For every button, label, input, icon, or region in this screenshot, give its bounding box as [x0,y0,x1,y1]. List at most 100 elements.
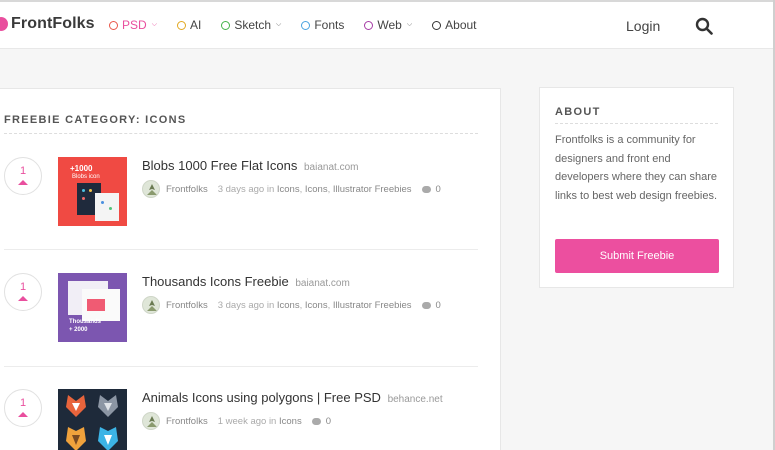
divider [4,133,478,134]
avatar[interactable] [142,412,160,430]
ring-icon [432,20,442,30]
nav-item-web[interactable]: Web ⌵ [364,18,412,32]
comment-bubble-icon [421,185,431,193]
comment-count: 0 [435,183,441,195]
category-title: FREEBIE CATEGORY: ICONS [4,114,187,126]
comments-link[interactable]: 0 [421,183,441,195]
post-time: 1 week ago in [217,415,277,427]
ring-icon [109,20,118,30]
post-thumbnail[interactable]: +1000 Blobs icon [58,157,127,226]
nav-item-sketch[interactable]: Sketch ⌵ [221,18,281,32]
thumbnail-card [95,193,119,221]
post-title: Thousands Icons Freebie [142,274,289,289]
upvote-button[interactable]: 1 [4,273,42,311]
thumbnail-subtitle: Blobs icon [72,174,100,180]
comment-count: 0 [325,415,331,427]
comment-bubble-icon [311,417,321,425]
chevron-down-icon: ⌵ [276,21,282,28]
ring-icon [221,20,231,30]
nav-label: About [445,18,477,32]
ring-icon [301,20,311,30]
thumbnail-title: +1000 [70,164,93,173]
submit-freebie-button[interactable]: Submit Freebie [555,239,719,273]
post-time: 3 days ago in [217,299,275,311]
tag-link[interactable]: Icons [305,300,328,311]
ring-icon [364,20,374,30]
tag-link[interactable]: Icons [305,184,328,195]
avatar-icon [147,416,157,427]
tag-link[interactable]: Icons [277,300,300,311]
arrow-up-icon [18,180,28,185]
main-nav: PSD ⌵ AI Sketch ⌵ Fonts Web ⌵ About [109,18,497,32]
about-widget: ABOUT Frontfolks is a community for desi… [539,87,734,288]
tag-link[interactable]: Icons [277,184,300,195]
author-link[interactable]: Frontfolks [166,300,208,311]
nav-item-ai[interactable]: AI [177,18,201,32]
avatar[interactable] [142,180,160,198]
divider [555,123,718,124]
post-domain: behance.net [387,394,443,405]
arrow-up-icon [18,412,28,417]
post-meta: Frontfolks 3 days ago in Icons, Icons, I… [142,296,441,314]
post-meta: Frontfolks 3 days ago in Icons, Icons, I… [142,180,441,198]
animal-icons-image [66,395,118,450]
tag-link[interactable]: Illustrator Freebies [333,184,412,195]
thumbnail-dot [82,189,85,192]
about-title: ABOUT [555,106,601,118]
post-domain: baianat.com [303,162,359,173]
comment-count: 0 [435,299,441,311]
post-thumbnail[interactable] [58,389,127,450]
logo-mark-icon [0,17,8,31]
post-meta: Frontfolks 1 week ago in Icons 0 [142,412,331,430]
upvote-button[interactable]: 1 [4,389,42,427]
post-thumbnail[interactable]: Thousands + 2000 [58,273,127,342]
avatar[interactable] [142,296,160,314]
thumbnail-highlight [87,299,105,311]
tag-link[interactable]: Illustrator Freebies [333,300,412,311]
post-title-link[interactable]: Blobs 1000 Free Flat Icons baianat.com [142,158,358,173]
vote-count: 1 [19,165,27,177]
thumbnail-caption: + 2000 [69,327,88,333]
post-divider [4,249,478,250]
avatar-icon [147,184,157,195]
chevron-down-icon: ⌵ [406,21,413,28]
post-domain: baianat.com [295,278,350,289]
author-link[interactable]: Frontfolks [166,416,208,427]
nav-label: PSD [122,18,147,32]
post-time: 3 days ago in [217,183,275,195]
avatar-icon [147,300,157,311]
post-title-link[interactable]: Thousands Icons Freebie baianat.com [142,274,350,289]
vote-count: 1 [19,281,27,293]
post-divider [4,366,478,367]
thumbnail-dot [82,197,85,200]
author-link[interactable]: Frontfolks [166,184,208,195]
ring-icon [177,20,186,30]
post-title: Blobs 1000 Free Flat Icons [142,158,298,173]
nav-label: Web [377,18,402,32]
arrow-up-icon [18,296,28,301]
search-icon[interactable] [695,17,713,35]
nav-item-about[interactable]: About [432,18,477,32]
nav-label: Fonts [314,18,345,32]
vote-count: 1 [19,397,27,409]
post-title-link[interactable]: Animals Icons using polygons | Free PSD … [142,390,443,405]
comment-bubble-icon [421,301,431,309]
nav-item-psd[interactable]: PSD ⌵ [109,18,157,32]
comments-link[interactable]: 0 [311,415,331,427]
login-link[interactable]: Login [626,18,660,34]
thumbnail-dot [109,207,112,210]
nav-label: AI [190,18,202,32]
logo[interactable]: FrontFolks [0,15,95,33]
about-text: Frontfolks is a community for designers … [555,134,718,202]
nav-label: Sketch [234,18,272,32]
comments-link[interactable]: 0 [421,299,441,311]
logo-text: FrontFolks [11,15,95,32]
site-header: FrontFolks PSD ⌵ AI Sketch ⌵ Fonts Web ⌵… [0,2,775,49]
thumbnail-dot [101,201,104,204]
tag-link[interactable]: Icons [279,416,302,427]
thumbnail-dot [89,189,92,192]
chevron-down-icon: ⌵ [151,21,157,28]
thumbnail-caption: Thousands [69,319,102,325]
upvote-button[interactable]: 1 [4,157,42,195]
nav-item-fonts[interactable]: Fonts [301,18,344,32]
